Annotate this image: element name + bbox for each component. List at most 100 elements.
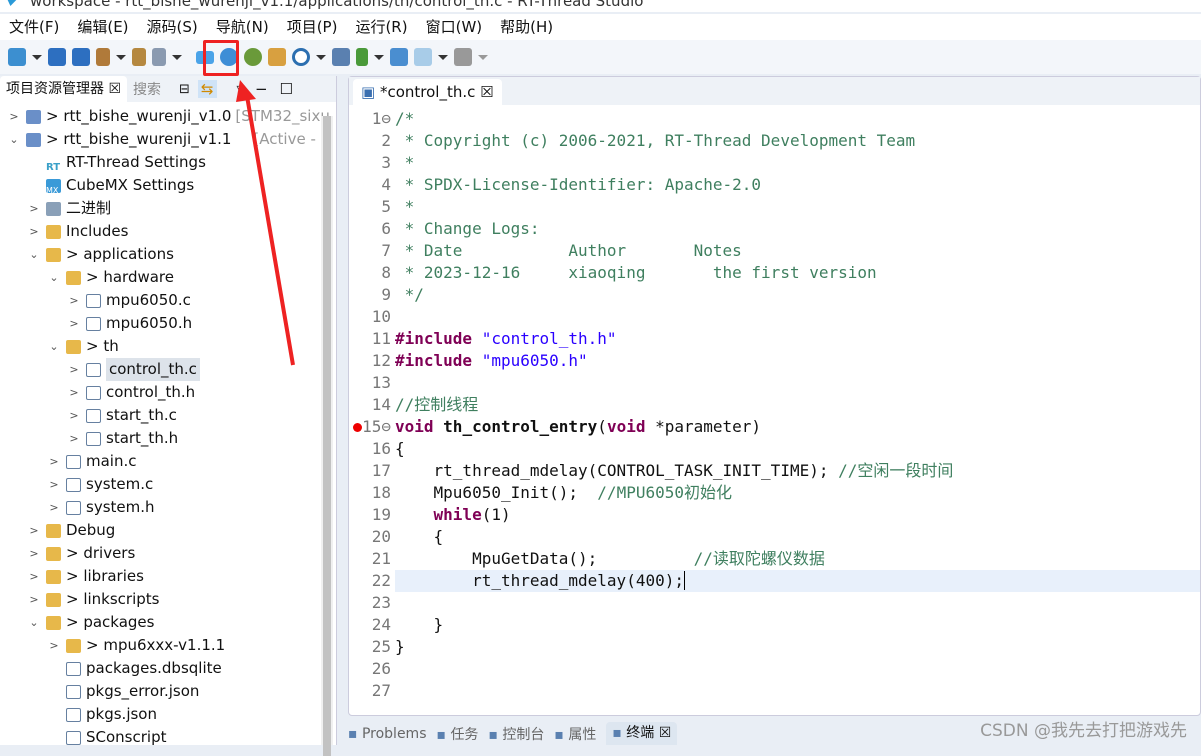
expand-toggle-icon[interactable]: >: [48, 473, 60, 496]
expand-toggle-icon[interactable]: >: [48, 450, 60, 473]
expand-toggle-icon[interactable]: >: [28, 565, 40, 588]
expand-toggle-icon[interactable]: >: [28, 519, 40, 542]
dropdown-icon[interactable]: [316, 54, 326, 60]
tools-icon[interactable]: [152, 48, 166, 66]
tree-item[interactable]: > main.c: [0, 450, 136, 473]
tree-item[interactable]: > > linkscripts: [0, 588, 159, 611]
menu-item[interactable]: 运行(R): [346, 14, 416, 40]
tree-item[interactable]: > control_th.c: [0, 358, 200, 381]
open-folder-icon[interactable]: [268, 48, 286, 66]
build-icon[interactable]: [96, 48, 110, 66]
tree-item[interactable]: > 二进制: [0, 197, 111, 220]
expand-toggle-icon[interactable]: >: [68, 358, 80, 381]
new-icon[interactable]: [8, 48, 26, 66]
expand-toggle-icon[interactable]: ⌄: [28, 611, 40, 634]
tab-bottom[interactable]: ▪ 任务: [436, 724, 478, 744]
tree-item[interactable]: > start_th.c: [0, 404, 176, 427]
expand-toggle-icon[interactable]: >: [68, 381, 80, 404]
tree-item[interactable]: > system.c: [0, 473, 153, 496]
menu-item[interactable]: 窗口(W): [417, 14, 492, 40]
menu-item[interactable]: 帮助(H): [491, 14, 562, 40]
tree-item[interactable]: ⌄ > applications: [0, 243, 174, 266]
tab-bottom[interactable]: ▪ 控制台: [488, 724, 544, 744]
back-arrow-icon[interactable]: [414, 48, 432, 66]
window-title: workspace - rtt_bishe_wurenji_v1.1/appli…: [0, 0, 1201, 12]
tab-control-th-c[interactable]: ▣ *control_th.c ☒: [353, 79, 502, 105]
expand-toggle-icon[interactable]: >: [48, 634, 60, 657]
expand-toggle-icon[interactable]: >: [28, 197, 40, 220]
download-icon[interactable]: [356, 48, 368, 66]
tree-item[interactable]: > system.h: [0, 496, 154, 519]
tree-item[interactable]: SConscript: [0, 726, 166, 749]
maximize-icon[interactable]: ☐: [280, 80, 293, 98]
expand-toggle-icon[interactable]: >: [28, 542, 40, 565]
tree-item[interactable]: > start_th.h: [0, 427, 178, 450]
tab-bottom[interactable]: ▪ 属性: [554, 724, 596, 744]
close-icon[interactable]: ☒: [654, 725, 672, 741]
tree-item[interactable]: RT RT-Thread Settings: [0, 151, 206, 174]
tree-item[interactable]: > > mpu6xxx-v1.1.1: [0, 634, 225, 657]
tab-project-explorer[interactable]: 项目资源管理器 ☒: [0, 76, 128, 102]
tree-item[interactable]: > Includes: [0, 220, 128, 243]
line-number: 4: [381, 175, 391, 194]
breakpoint-icon[interactable]: [353, 423, 362, 432]
code-area[interactable]: 1⊖/* 2 * Copyright (c) 2006-2021, RT-Thre…: [349, 107, 1200, 715]
menu-item[interactable]: 文件(F): [0, 14, 68, 40]
menu-item[interactable]: 编辑(E): [68, 14, 137, 40]
expand-toggle-icon[interactable]: ⌄: [48, 335, 60, 358]
dropdown-icon[interactable]: [116, 54, 126, 60]
tree-item[interactable]: ⌄ > hardware: [0, 266, 174, 289]
minimize-icon[interactable]: −: [255, 80, 268, 98]
book-icon[interactable]: [332, 48, 350, 66]
search-icon[interactable]: [292, 48, 310, 66]
expand-toggle-icon[interactable]: >: [48, 496, 60, 519]
tree-item[interactable]: ⌄ > rtt_bishe_wurenji_v1.1 [Active - D: [0, 128, 332, 151]
tree-item[interactable]: > > libraries: [0, 565, 144, 588]
tree-item[interactable]: MX CubeMX Settings: [0, 174, 194, 197]
link-editor-icon[interactable]: ⇆: [197, 80, 217, 98]
code-token: #include: [395, 329, 482, 348]
expand-toggle-icon[interactable]: ⌄: [28, 243, 40, 266]
expand-toggle-icon[interactable]: >: [28, 220, 40, 243]
tab-bottom[interactable]: ▪ 终端 ☒: [606, 722, 678, 745]
tree-item[interactable]: > control_th.h: [0, 381, 195, 404]
dropdown-icon[interactable]: [478, 54, 488, 60]
save-all-icon[interactable]: [72, 48, 90, 66]
tab-search[interactable]: 搜索: [127, 79, 167, 99]
menu-item[interactable]: 项目(P): [278, 14, 347, 40]
debug-bug-icon[interactable]: [244, 48, 262, 66]
tree-item[interactable]: > mpu6050.c: [0, 289, 190, 312]
expand-toggle-icon[interactable]: ⌄: [48, 266, 60, 289]
collapse-all-icon[interactable]: ⊟: [179, 82, 190, 97]
expand-toggle-icon[interactable]: >: [68, 312, 80, 335]
tree-item[interactable]: ⌄ > packages: [0, 611, 154, 634]
tree-item[interactable]: ⌄ > th: [0, 335, 118, 358]
forward-arrow-icon[interactable]: [454, 48, 472, 66]
scrollbar[interactable]: [321, 116, 333, 756]
dropdown-icon[interactable]: [172, 54, 182, 60]
tab-bottom[interactable]: ▪ Problems: [348, 726, 426, 742]
expand-toggle-icon[interactable]: >: [68, 404, 80, 427]
dropdown-icon[interactable]: [374, 54, 384, 60]
tree-item[interactable]: > mpu6050.h: [0, 312, 192, 335]
expand-toggle-icon[interactable]: >: [28, 588, 40, 611]
tree-item[interactable]: pkgs.json: [0, 703, 157, 726]
save-icon[interactable]: [48, 48, 66, 66]
menu-item[interactable]: 导航(N): [207, 14, 278, 40]
tree-item[interactable]: > > drivers: [0, 542, 135, 565]
code-token: "control_th.h": [481, 329, 617, 348]
tree-item[interactable]: pkgs_error.json: [0, 680, 199, 703]
dropdown-icon[interactable]: [438, 54, 448, 60]
expand-toggle-icon[interactable]: >: [8, 105, 20, 128]
tree-item[interactable]: > Debug: [0, 519, 115, 542]
layers-icon[interactable]: [390, 48, 408, 66]
rebuild-icon[interactable]: [132, 48, 146, 66]
view-menu-icon[interactable]: ▽: [237, 83, 245, 96]
tree-item[interactable]: > > rtt_bishe_wurenji_v1.0 [STM32_sixu: [0, 105, 329, 128]
expand-toggle-icon[interactable]: >: [68, 289, 80, 312]
expand-toggle-icon[interactable]: >: [68, 427, 80, 450]
dropdown-icon[interactable]: [32, 54, 42, 60]
menu-item[interactable]: 源码(S): [138, 14, 207, 40]
tree-item[interactable]: packages.dbsqlite: [0, 657, 222, 680]
expand-toggle-icon[interactable]: ⌄: [8, 128, 20, 151]
